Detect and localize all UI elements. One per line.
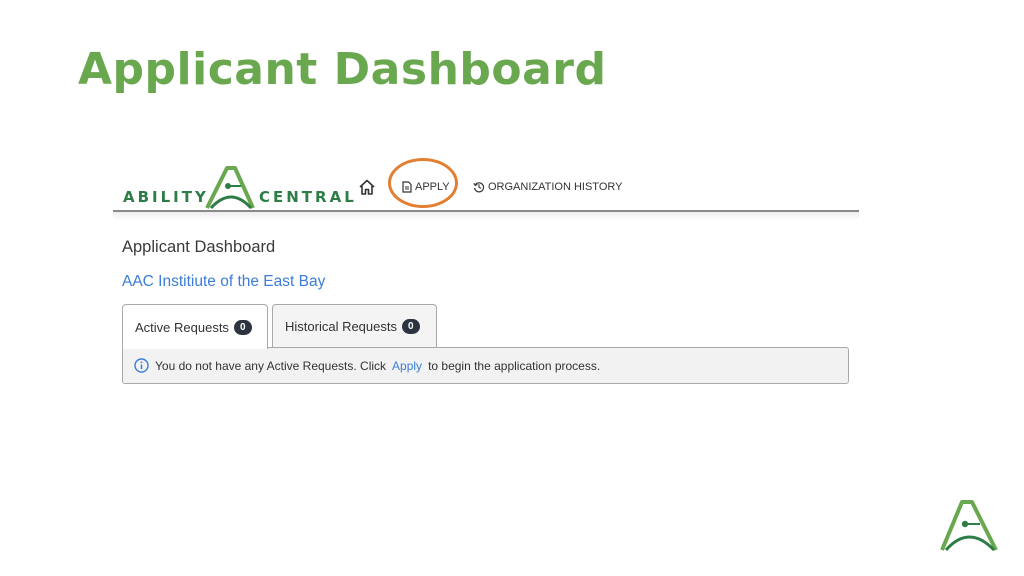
organization-name-link[interactable]: AAC Institiute of the East Bay [122,273,325,291]
nav-organization-history-link[interactable]: ORGANIZATION HISTORY [473,181,622,193]
tab-historical-requests[interactable]: Historical Requests 0 [272,304,437,348]
count-badge: 0 [233,319,252,335]
alert-text-before: You do not have any Active Requests. Cli… [155,358,387,373]
count-badge: 0 [402,319,420,334]
logo-word-ability: ABILITY [123,188,209,206]
no-requests-alert: You do not have any Active Requests. Cli… [122,347,849,384]
logo-word-central: CENTRAL [259,188,357,206]
home-icon[interactable] [358,178,376,196]
tab-active-requests[interactable]: Active Requests 0 [122,304,268,349]
nav-history-label: ORGANIZATION HISTORY [488,181,623,193]
app-screenshot: ABILITY CENTRAL APPLY ORGANIZATION HISTO… [113,150,859,400]
tab-label: Active Requests [135,319,229,335]
apply-highlight-ring [388,158,458,208]
slide-title: Applicant Dashboard [78,44,607,95]
top-navbar: ABILITY CENTRAL APPLY ORGANIZATION HISTO… [113,150,859,212]
apply-link[interactable]: Apply [392,359,422,373]
ability-central-logo[interactable]: ABILITY CENTRAL [121,164,357,210]
corner-a-logo-icon [940,500,998,552]
alert-text-after: to begin the application process. [428,358,601,373]
history-icon [473,182,485,193]
tab-label: Historical Requests [285,319,397,334]
navbar-shadow [113,212,859,220]
logo-a-mark-icon [205,166,255,210]
info-icon [134,358,149,373]
dashboard-heading: Applicant Dashboard [122,238,276,256]
